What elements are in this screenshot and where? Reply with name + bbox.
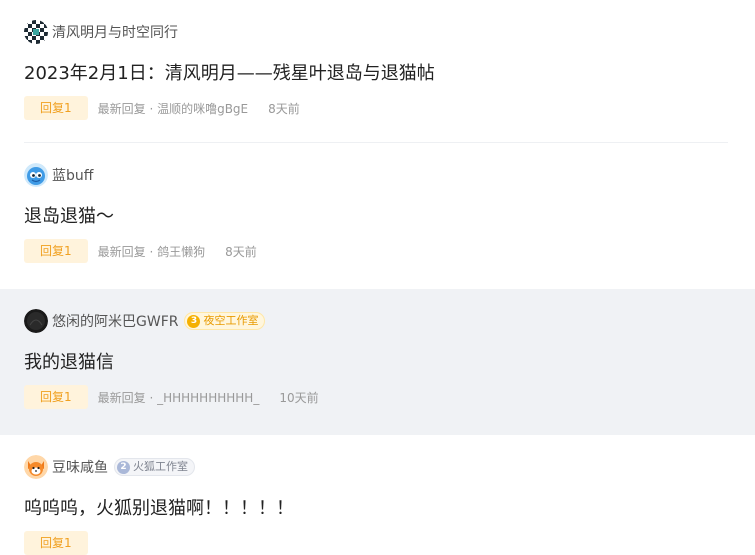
studio-badge[interactable]: 2 火狐工作室 (114, 458, 195, 476)
post-item[interactable]: 清风明月与时空同行 2023年2月1日：清风明月——残星叶退岛与退猫帖 回复1 … (0, 0, 755, 143)
post-item[interactable]: 悠闲的阿米巴GWFR 3 夜空工作室 我的退猫信 回复1 最新回复 · _HHH… (0, 289, 755, 435)
post-title[interactable]: 退岛退猫～ (24, 205, 731, 229)
badge-level: 2 (117, 460, 130, 474)
reply-count-tag[interactable]: 回复1 (24, 531, 88, 555)
post-meta: 回复1 (24, 531, 731, 555)
post-meta: 回复1 最新回复 · 温顺的咪噜gBgE 8天前 (24, 96, 731, 120)
latest-reply: 最新回复 · _HHHHHHHHHH_ (97, 390, 260, 405)
post-meta: 回复1 最新回复 · 鸽王懒狗 8天前 (24, 239, 731, 263)
studio-badge[interactable]: 3 夜空工作室 (184, 312, 266, 330)
badge-name: 夜空工作室 (203, 314, 259, 327)
author-row: 清风明月与时空同行 (24, 18, 731, 46)
checker-avatar-icon[interactable] (24, 20, 48, 44)
author-row: 悠闲的阿米巴GWFR 3 夜空工作室 (24, 307, 731, 335)
post-list: 清风明月与时空同行 2023年2月1日：清风明月——残星叶退岛与退猫帖 回复1 … (0, 0, 755, 555)
blue-creature-avatar-icon[interactable] (24, 163, 48, 187)
post-title[interactable]: 2023年2月1日：清风明月——残星叶退岛与退猫帖 (24, 62, 731, 86)
author-name[interactable]: 蓝buff (52, 165, 93, 185)
reply-count-tag[interactable]: 回复1 (24, 239, 88, 263)
fox-avatar-icon[interactable] (24, 455, 48, 479)
author-name[interactable]: 清风明月与时空同行 (52, 22, 178, 42)
author-row: 豆味咸鱼 2 火狐工作室 (24, 453, 731, 481)
latest-reply: 最新回复 · 温顺的咪噜gBgE (97, 101, 249, 116)
post-item[interactable]: 蓝buff 退岛退猫～ 回复1 最新回复 · 鸽王懒狗 8天前 (0, 143, 755, 289)
post-title[interactable]: 呜呜呜，火狐别退猫啊！！！！！ (24, 497, 731, 521)
dark-avatar-icon[interactable] (24, 309, 48, 333)
author-row: 蓝buff (24, 161, 731, 189)
post-time: 10天前 (279, 390, 319, 405)
reply-count-tag[interactable]: 回复1 (24, 385, 88, 409)
author-name[interactable]: 悠闲的阿米巴GWFR (52, 311, 178, 331)
post-meta: 回复1 最新回复 · _HHHHHHHHHH_ 10天前 (24, 385, 731, 409)
badge-name: 火狐工作室 (133, 460, 188, 473)
latest-reply: 最新回复 · 鸽王懒狗 (97, 244, 206, 259)
post-title[interactable]: 我的退猫信 (24, 351, 731, 375)
author-name[interactable]: 豆味咸鱼 (52, 457, 108, 477)
post-time: 8天前 (268, 101, 300, 116)
badge-level: 3 (187, 314, 201, 328)
reply-count-tag[interactable]: 回复1 (24, 96, 88, 120)
post-item[interactable]: 豆味咸鱼 2 火狐工作室 呜呜呜，火狐别退猫啊！！！！！ 回复1 (0, 435, 755, 555)
post-time: 8天前 (225, 244, 257, 259)
